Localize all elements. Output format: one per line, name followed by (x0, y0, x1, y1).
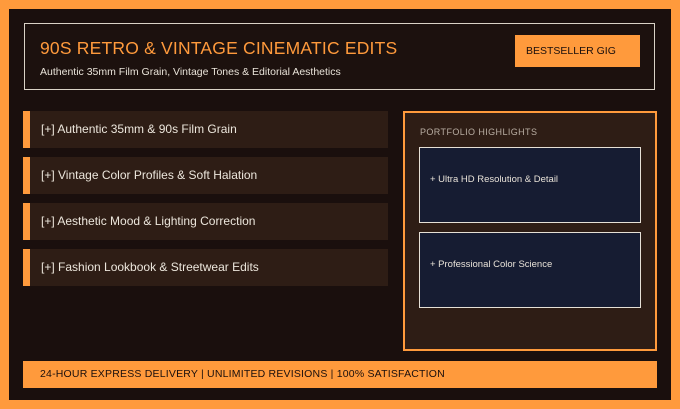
highlight-card-resolution: + Ultra HD Resolution & Detail (419, 147, 641, 223)
feature-item-color-profiles: [+] Vintage Color Profiles & Soft Halati… (23, 157, 388, 194)
bestseller-badge: BESTSELLER GIG (515, 35, 640, 67)
header-panel: 90S RETRO & VINTAGE CINEMATIC EDITS Auth… (24, 23, 655, 90)
highlight-card-label: + Ultra HD Resolution & Detail (430, 174, 559, 185)
feature-item-mood-lighting: [+] Aesthetic Mood & Lighting Correction (23, 203, 388, 240)
highlight-card-color-science: + Professional Color Science (419, 232, 641, 308)
feature-item-fashion-edits: [+] Fashion Lookbook & Streetwear Edits (23, 249, 388, 286)
portfolio-panel: PORTFOLIO HIGHLIGHTS + Ultra HD Resoluti… (403, 111, 657, 351)
feature-item-film-grain: [+] Authentic 35mm & 90s Film Grain (23, 111, 388, 148)
portfolio-heading: PORTFOLIO HIGHLIGHTS (420, 127, 538, 137)
page-title: 90S RETRO & VINTAGE CINEMATIC EDITS (40, 38, 398, 58)
footer-banner: 24-HOUR EXPRESS DELIVERY | UNLIMITED REV… (23, 361, 657, 388)
page-subtitle: Authentic 35mm Film Grain, Vintage Tones… (40, 66, 341, 78)
highlight-card-label: + Professional Color Science (430, 259, 553, 270)
